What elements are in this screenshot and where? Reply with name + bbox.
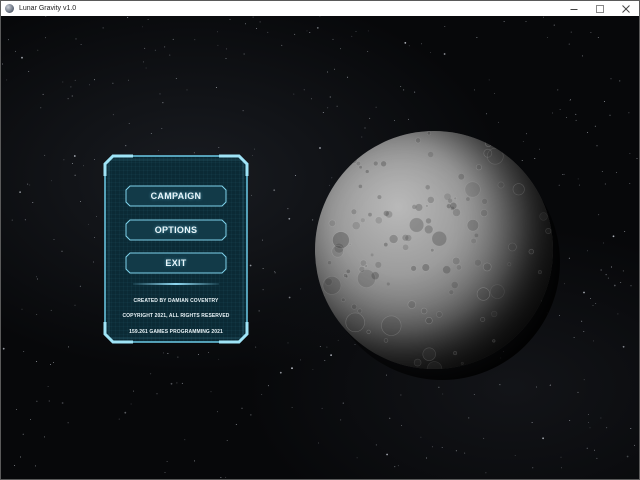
maximize-icon: [596, 4, 604, 13]
moon-planet: [315, 131, 553, 369]
app-moon-icon: [5, 4, 14, 13]
credit-copyright: COPYRIGHT 2021, ALL RIGHTS RESERVED: [122, 313, 230, 319]
moon-craters: [315, 131, 553, 369]
options-button[interactable]: OPTIONS: [125, 219, 227, 241]
credit-course: 159.261 GAMES PROGRAMMING 2021: [129, 329, 223, 335]
game-window: Lunar Gravity v1.0 CAMPAIGN OPTIONS EXIT…: [0, 0, 640, 480]
close-button[interactable]: [613, 1, 639, 16]
minimize-icon: [570, 8, 578, 10]
menu-divider: [133, 283, 219, 285]
campaign-button-label: CAMPAIGN: [150, 191, 202, 201]
exit-button-label: EXIT: [165, 258, 187, 268]
minimize-button[interactable]: [561, 1, 587, 16]
exit-button[interactable]: EXIT: [125, 252, 227, 274]
main-menu-panel: CAMPAIGN OPTIONS EXIT CREATED BY DAMIAN …: [103, 154, 249, 344]
window-title: Lunar Gravity v1.0: [19, 5, 77, 12]
credit-author: CREATED BY DAMIAN COVENTRY: [133, 298, 219, 304]
title-bar[interactable]: Lunar Gravity v1.0: [1, 1, 639, 16]
close-icon: [622, 4, 630, 13]
game-viewport: CAMPAIGN OPTIONS EXIT CREATED BY DAMIAN …: [1, 16, 639, 479]
window-controls: [561, 1, 639, 16]
options-button-label: OPTIONS: [154, 225, 198, 235]
maximize-button[interactable]: [587, 1, 613, 16]
campaign-button[interactable]: CAMPAIGN: [125, 185, 227, 207]
